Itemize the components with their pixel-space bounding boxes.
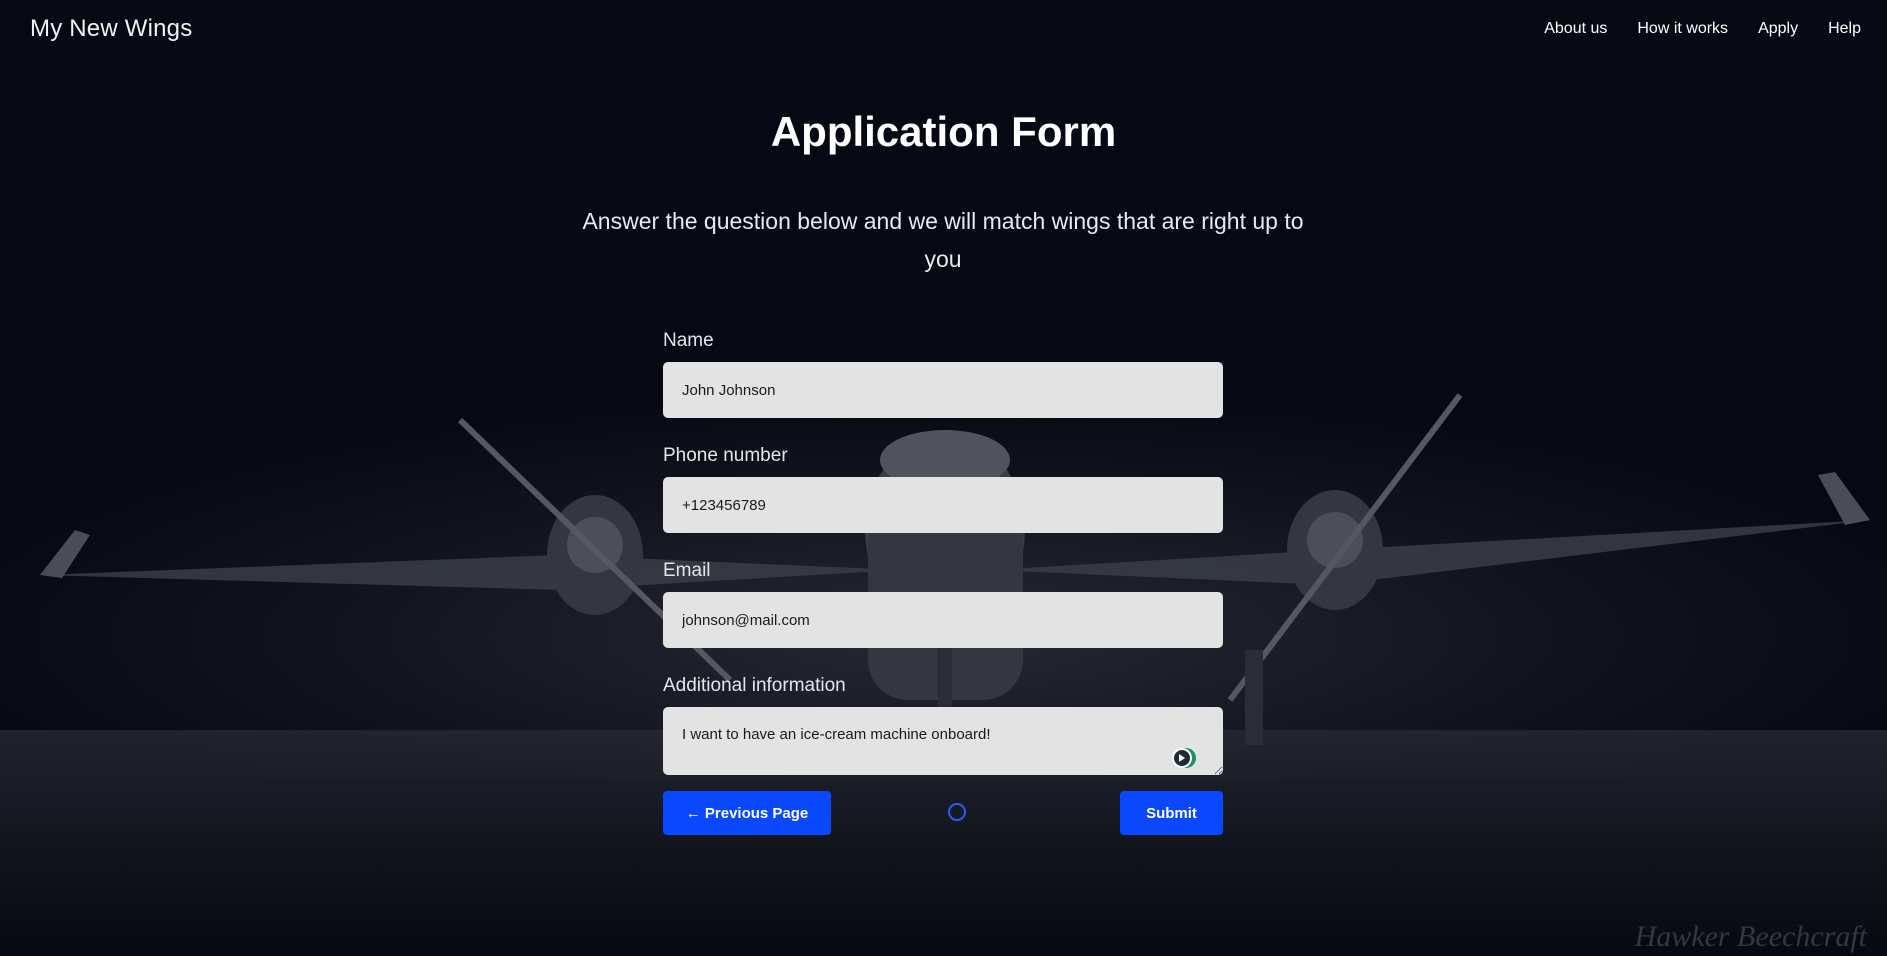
- previous-page-button[interactable]: ← Previous Page: [663, 791, 831, 835]
- page-title: Application Form: [770, 108, 1117, 155]
- email-field-group: Email: [663, 560, 1223, 648]
- additional-info-wrapper: I want to have an ice-cream machine onbo…: [663, 707, 1223, 775]
- watermark-logo: Hawker Beechcraft: [1634, 920, 1867, 953]
- nav-links: About us How it works Apply Help: [1544, 20, 1861, 38]
- name-label: Name: [663, 330, 714, 351]
- name-field-group: Name: [663, 330, 1223, 418]
- name-input[interactable]: [663, 362, 1223, 418]
- additional-info-field-group: Additional information I want to have an…: [663, 675, 1223, 775]
- top-nav: My New Wings About us How it works Apply…: [0, 0, 1887, 60]
- application-form: Name Phone number Email Additional infor…: [663, 330, 1223, 802]
- phone-label: Phone number: [663, 445, 788, 466]
- submit-button[interactable]: Submit: [1120, 791, 1223, 835]
- brand-logo-text[interactable]: My New Wings: [30, 15, 192, 43]
- loading-spinner-icon: [948, 803, 966, 821]
- phone-input[interactable]: [663, 477, 1223, 533]
- form-actions: ← Previous Page Submit: [663, 791, 1223, 835]
- nav-link-about-us[interactable]: About us: [1544, 20, 1607, 38]
- nav-link-help[interactable]: Help: [1828, 20, 1861, 38]
- email-label: Email: [663, 560, 711, 581]
- additional-info-label: Additional information: [663, 675, 846, 696]
- phone-field-group: Phone number: [663, 445, 1223, 533]
- nav-link-how-it-works[interactable]: How it works: [1637, 20, 1728, 38]
- nav-link-apply[interactable]: Apply: [1758, 20, 1798, 38]
- email-input[interactable]: [663, 592, 1223, 648]
- grammar-assistant-icon[interactable]: [1170, 745, 1196, 771]
- page-subtitle: Answer the question below and we will ma…: [582, 208, 1304, 272]
- additional-info-textarea[interactable]: I want to have an ice-cream machine onbo…: [663, 707, 1223, 775]
